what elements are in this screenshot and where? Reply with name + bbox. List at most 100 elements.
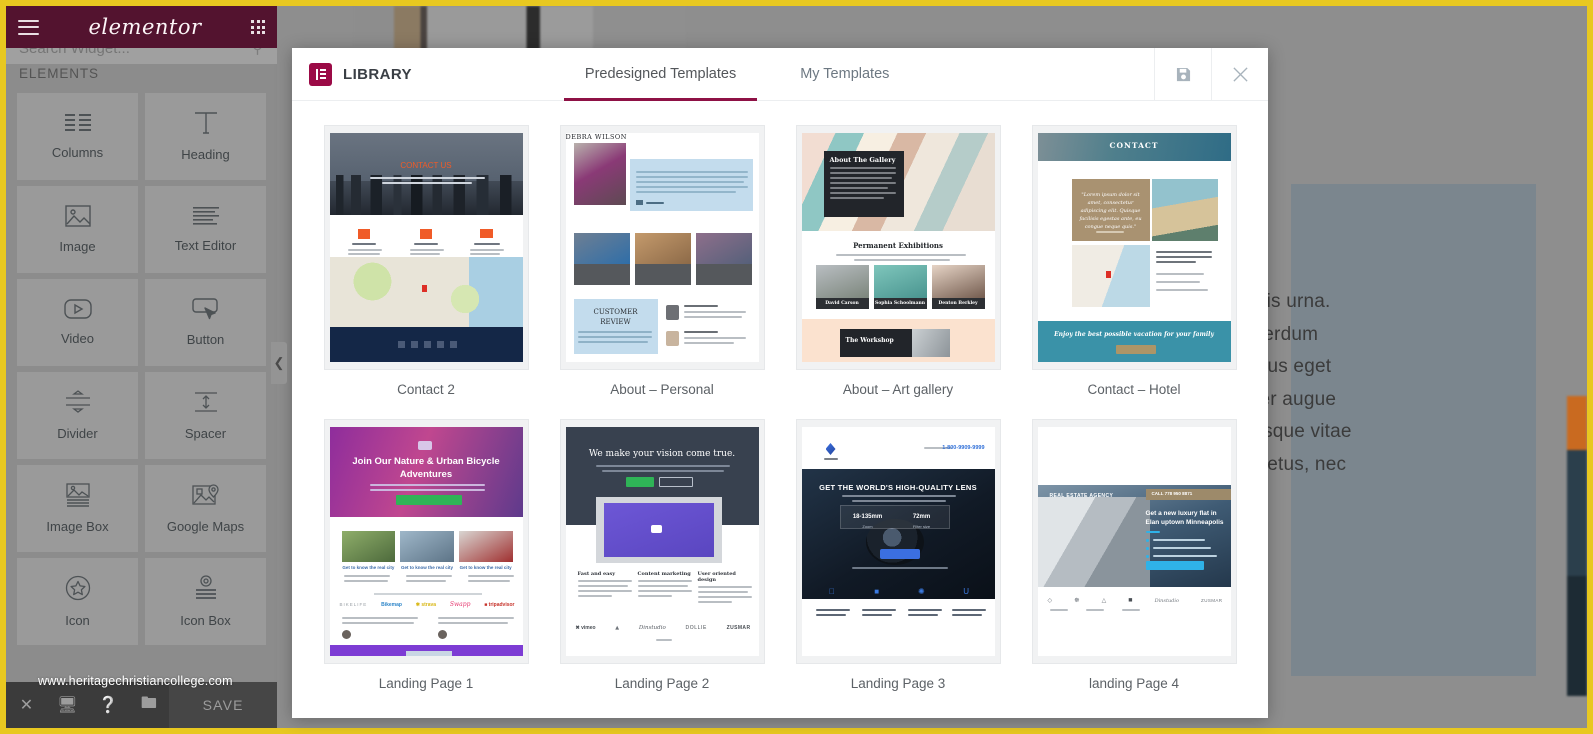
library-brand: LIBRARY (292, 48, 412, 100)
template-thumbnail[interactable]: DEBRA WILSON CUSTOMER REVIEW (559, 125, 765, 370)
widget-label: Heading (181, 147, 230, 162)
template-thumbnail[interactable]: We make your vision come true. Fast and … (559, 419, 765, 664)
template-name: About – Art gallery (842, 382, 954, 397)
text-editor-icon (192, 206, 219, 226)
widget-label: Button (186, 332, 225, 347)
thumb-hero-title: We make your vision come true. (588, 449, 736, 459)
thumb-card-title: Get to know the real city (459, 565, 512, 570)
thumb-call: CALL 778 950 8871 (1151, 491, 1193, 496)
thumb-spec-label: Filter size (912, 524, 931, 529)
widget-tile-image[interactable]: Image (17, 186, 138, 273)
image-icon (64, 205, 91, 227)
thumb-quote: "Lorem ipsum dolor sit amet, consectetur… (1079, 192, 1142, 230)
tab-predesigned-templates[interactable]: Predesigned Templates (563, 48, 758, 101)
widget-tile-image-box[interactable]: Image Box (17, 465, 138, 552)
monitor-icon[interactable]: 🖥 (47, 695, 88, 715)
template-card-landing-page-3[interactable]: 1-800-9909-9999 GET THE WORLD'S HIGH-QUA… (795, 419, 1001, 691)
template-grid: CONTACT US Contact 2 DEBRA WILSON CUSTOM… (322, 125, 1238, 691)
widget-tile-google-maps[interactable]: Google Maps (145, 465, 266, 552)
template-card-contact-hotel[interactable]: CONTACT "Lorem ipsum dolor sit amet, con… (1031, 125, 1237, 397)
thumb-hero-title: Join Our Nature & Urban Bicycle Adventur… (352, 456, 500, 480)
template-card-contact-2[interactable]: CONTACT US Contact 2 (323, 125, 529, 397)
widget-panel: elementor ⚲ ELEMENTS Columns (6, 6, 277, 728)
thumb-exhibitor: David Carson (815, 298, 869, 309)
widget-label: Divider (57, 426, 98, 441)
columns-icon (64, 113, 91, 133)
widget-tile-columns[interactable]: Columns (17, 93, 138, 180)
template-name: Contact 2 (397, 382, 455, 397)
thumb-hero-title: Get a new luxury flat in Elan uptown Min… (1145, 510, 1224, 526)
image-box-icon (65, 483, 91, 507)
editor-root: et facilisis urna. c est interdum allis … (0, 0, 1593, 734)
widget-tile-button[interactable]: Button (145, 279, 266, 366)
thumb-feature: DONEC HENDRERIT (857, 599, 897, 604)
template-card-landing-page-1[interactable]: Join Our Nature & Urban Bicycle Adventur… (323, 419, 529, 691)
library-modal: LIBRARY Predesigned Templates My Templat… (292, 48, 1268, 718)
thumb-phone: 1-800-9909-9999 (942, 445, 985, 451)
tab-my-templates[interactable]: My Templates (779, 48, 910, 100)
thumb-hero-title: CONTACT US (400, 161, 452, 170)
thumb-brand: REAL ESTATE AGENCY (1049, 493, 1114, 499)
heading-t-icon (193, 111, 219, 135)
widget-tile-icon-box[interactable]: Icon Box (145, 558, 266, 645)
template-thumbnail[interactable]: 1-800-9909-9999 GET THE WORLD'S HIGH-QUA… (795, 419, 1001, 664)
save-floppy-icon[interactable] (1154, 48, 1211, 100)
question-circle-icon[interactable]: ❔ (88, 695, 129, 715)
library-modal-header: LIBRARY Predesigned Templates My Templat… (292, 48, 1268, 101)
template-card-about-personal[interactable]: DEBRA WILSON CUSTOMER REVIEW About – Per… (559, 125, 765, 397)
template-thumbnail[interactable]: CONTACT "Lorem ipsum dolor sit amet, con… (1031, 125, 1237, 370)
chevron-left-icon[interactable]: ❮ (271, 342, 287, 384)
thumb-feature: DONEC HENDRERIT (946, 599, 986, 604)
template-thumbnail[interactable]: About The Gallery Permanent Exhibitions (795, 125, 1001, 370)
button-cursor-icon (191, 298, 220, 320)
widget-label: Video (60, 331, 94, 346)
widget-tile-spacer[interactable]: Spacer (145, 372, 266, 459)
panel-bottom-bar: ✕ 🖥 ❔ 🖿 SAVE (6, 682, 277, 728)
thumb-card-title: Get to know the real city (401, 565, 454, 570)
canvas-right-image (1567, 396, 1587, 696)
widget-label: Google Maps (166, 519, 245, 534)
widget-label: Icon Box (180, 613, 231, 628)
folder-icon[interactable]: 🖿 (128, 692, 169, 719)
thumb-section-title: Permanent Exhibitions (853, 241, 943, 250)
widget-tile-video[interactable]: Video (17, 279, 138, 366)
widget-tile-heading[interactable]: Heading (145, 93, 266, 180)
template-card-landing-page-2[interactable]: We make your vision come true. Fast and … (559, 419, 765, 691)
save-button[interactable]: SAVE (169, 682, 277, 728)
widget-tile-icon[interactable]: Icon (17, 558, 138, 645)
library-title: LIBRARY (343, 65, 412, 83)
widget-tile-divider[interactable]: Divider (17, 372, 138, 459)
close-x-icon[interactable]: ✕ (6, 695, 47, 715)
library-tabs: Predesigned Templates My Templates (563, 48, 910, 101)
template-card-landing-page-4[interactable]: REAL ESTATE AGENCY CALL 778 950 8871 Get… (1031, 419, 1237, 691)
google-maps-icon (191, 483, 220, 507)
grid-apps-icon[interactable] (251, 20, 265, 34)
thumb-exhibitor: Denton Berkley (931, 298, 985, 309)
video-play-icon (63, 299, 92, 319)
close-x-icon[interactable] (1211, 48, 1268, 100)
widget-label: Icon (65, 613, 90, 628)
template-name: About – Personal (610, 382, 714, 397)
thumb-cta: Enjoy the best possible vacation for you… (1054, 331, 1214, 338)
template-thumbnail[interactable]: Join Our Nature & Urban Bicycle Adventur… (323, 419, 529, 664)
template-card-about-art-gallery[interactable]: About The Gallery Permanent Exhibitions (795, 125, 1001, 397)
thumb-exhibitor: Sophia Schoolmann (873, 298, 927, 309)
library-header-actions (1154, 48, 1268, 100)
widget-label: Spacer (184, 426, 227, 441)
thumb-spec-value: 72mm (912, 514, 931, 520)
thumb-hero-title: DEBRA WILSON (565, 133, 627, 141)
template-thumbnail[interactable]: CONTACT US (323, 125, 529, 370)
spacer-icon (193, 390, 219, 414)
widget-label: Text Editor (174, 238, 237, 253)
hamburger-icon[interactable] (18, 19, 39, 35)
thumb-card-title: Get to know the real city (342, 565, 395, 570)
thumb-hero-title: GET THE WORLD'S HIGH-QUALITY LENS (819, 483, 977, 492)
template-name: Landing Page 1 (378, 676, 474, 691)
template-thumbnail[interactable]: REAL ESTATE AGENCY CALL 778 950 8871 Get… (1031, 419, 1237, 664)
template-name: Landing Page 3 (850, 676, 946, 691)
widget-tile-text-editor[interactable]: Text Editor (145, 186, 266, 273)
thumb-spec-label: Zoom (862, 524, 873, 529)
template-name: Landing Page 2 (614, 676, 710, 691)
thumb-column-title: Fast and easy (577, 571, 616, 577)
thumb-column-title: Content marketing (637, 571, 691, 577)
